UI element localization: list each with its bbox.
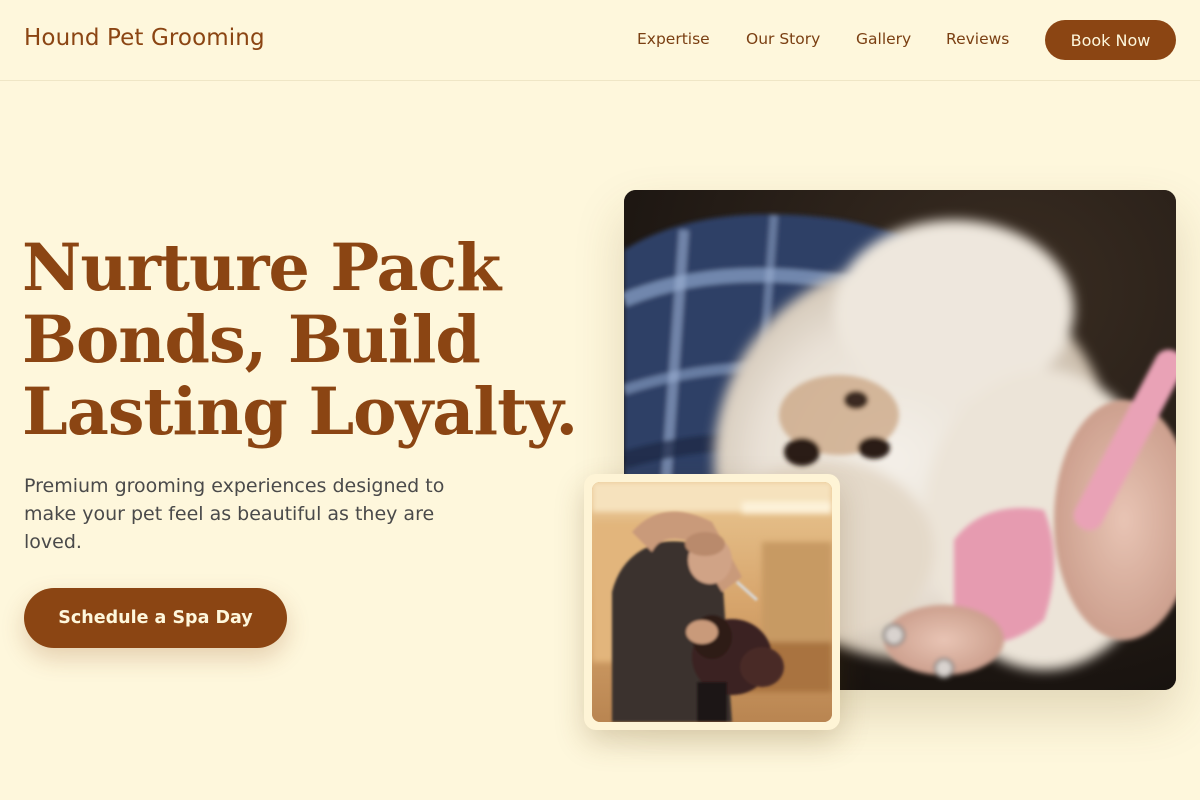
site-header: Hound Pet Grooming Expertise Our Story G… (0, 0, 1200, 81)
brand-logo-text[interactable]: Hound Pet Grooming (24, 25, 265, 51)
hero-headline-line: Nurture Pack (22, 230, 501, 306)
book-now-button[interactable]: Book Now (1045, 20, 1176, 60)
groomer-photo-frame (584, 474, 840, 730)
groomer-trimming-poodle-photo (592, 482, 832, 722)
hero-headline: Nurture Pack Bonds, Build Lasting Loyalt… (22, 232, 602, 448)
nav-link-gallery[interactable]: Gallery (856, 30, 911, 48)
schedule-spa-day-button[interactable]: Schedule a Spa Day (24, 588, 287, 648)
nav-link-reviews[interactable]: Reviews (946, 30, 1009, 48)
nav-link-our-story[interactable]: Our Story (746, 30, 820, 48)
hero-subtext: Premium grooming experiences designed to… (24, 475, 445, 553)
hero-headline-line: Lasting Loyalty. (22, 374, 578, 450)
nav-link-expertise[interactable]: Expertise (637, 30, 710, 48)
hero-headline-line: Bonds, Build (22, 302, 481, 378)
